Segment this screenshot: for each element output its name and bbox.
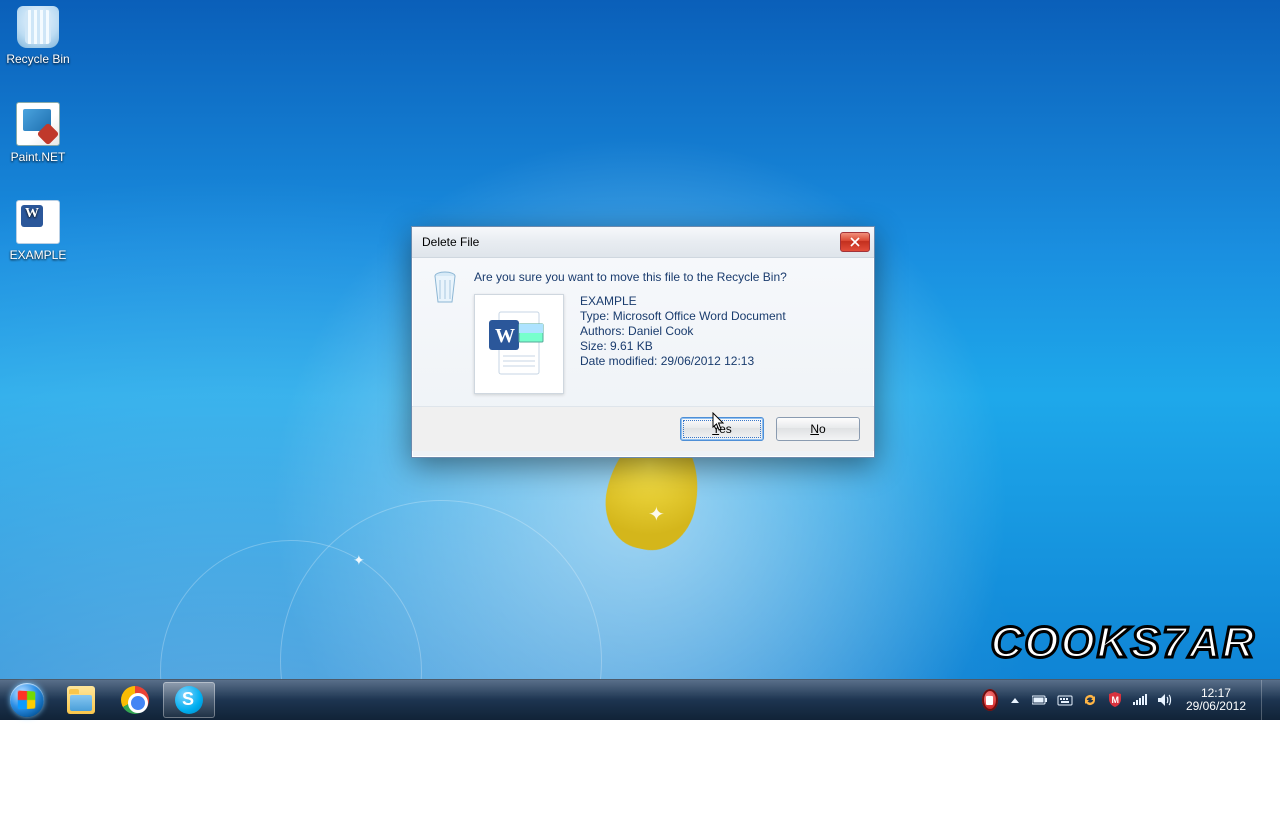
close-button[interactable] bbox=[840, 232, 870, 252]
desktop-icon-example[interactable]: EXAMPLE bbox=[0, 200, 76, 262]
start-button[interactable] bbox=[0, 680, 54, 720]
file-size: Size: 9.61 KB bbox=[580, 339, 786, 353]
dialog-message-area: Are you sure you want to move this file … bbox=[474, 270, 856, 406]
close-icon bbox=[850, 237, 860, 247]
desktop-icon-label: Recycle Bin bbox=[0, 52, 76, 66]
file-authors: Authors: Daniel Cook bbox=[580, 324, 786, 338]
recycle-bin-icon bbox=[17, 6, 59, 48]
word-doc-icon bbox=[16, 200, 60, 244]
paintnet-icon bbox=[16, 102, 60, 146]
dialog-title: Delete File bbox=[422, 235, 840, 249]
recycle-bin-icon bbox=[430, 270, 460, 306]
explorer-icon bbox=[67, 686, 95, 714]
windows-logo-icon bbox=[10, 683, 44, 717]
tray-battery-icon[interactable] bbox=[1032, 692, 1048, 708]
no-button[interactable]: No bbox=[776, 417, 860, 441]
file-name: EXAMPLE bbox=[580, 294, 786, 308]
tray-keyboard-icon[interactable] bbox=[1057, 692, 1073, 708]
wallpaper-swirl bbox=[160, 540, 422, 802]
word-doc-icon: W bbox=[489, 310, 549, 378]
system-tray: M 12:17 29/06/2012 bbox=[976, 680, 1280, 720]
dialog-footer: Yes No bbox=[412, 406, 874, 451]
taskbar-item-chrome[interactable] bbox=[109, 682, 161, 718]
svg-text:M: M bbox=[1111, 695, 1119, 705]
skype-icon bbox=[175, 686, 203, 714]
taskbar-item-explorer[interactable] bbox=[55, 682, 107, 718]
dialog-body: Are you sure you want to move this file … bbox=[412, 258, 874, 406]
tray-clock[interactable]: 12:17 29/06/2012 bbox=[1182, 687, 1250, 713]
tray-antivirus-icon[interactable]: M bbox=[1107, 692, 1123, 708]
tray-date: 29/06/2012 bbox=[1186, 700, 1246, 713]
tray-show-hidden-icon[interactable] bbox=[1007, 692, 1023, 708]
yes-button[interactable]: Yes bbox=[680, 417, 764, 441]
file-metadata: EXAMPLE Type: Microsoft Office Word Docu… bbox=[580, 294, 786, 394]
taskbar-item-skype[interactable] bbox=[163, 682, 215, 718]
file-modified: Date modified: 29/06/2012 12:13 bbox=[580, 354, 786, 368]
watermark-text: COOKS7AR bbox=[991, 618, 1256, 668]
desktop-icon-recycle-bin[interactable]: Recycle Bin bbox=[0, 6, 76, 66]
chrome-icon bbox=[121, 686, 149, 714]
desktop-icon-label: Paint.NET bbox=[0, 150, 76, 164]
show-desktop-button[interactable] bbox=[1261, 680, 1272, 720]
dialog-message: Are you sure you want to move this file … bbox=[474, 270, 856, 284]
tray-volume-icon[interactable] bbox=[1157, 692, 1173, 708]
file-type: Type: Microsoft Office Word Document bbox=[580, 309, 786, 323]
wallpaper-sparkle: ✦ bbox=[353, 552, 365, 569]
svg-text:W: W bbox=[495, 325, 515, 347]
tray-update-icon[interactable] bbox=[1082, 692, 1098, 708]
tray-wifi-icon[interactable] bbox=[1132, 692, 1148, 708]
dialog-titlebar[interactable]: Delete File bbox=[412, 227, 874, 258]
wallpaper-sparkle: ✦ bbox=[648, 502, 665, 527]
delete-file-dialog: Delete File Are you sure you want to mov… bbox=[411, 226, 875, 458]
desktop-icon-label: EXAMPLE bbox=[0, 248, 76, 262]
taskbar: M 12:17 29/06/2012 bbox=[0, 679, 1280, 720]
desktop-icon-paintnet[interactable]: Paint.NET bbox=[0, 102, 76, 164]
tray-snagit-icon[interactable] bbox=[982, 692, 998, 708]
file-thumbnail: W bbox=[474, 294, 564, 394]
